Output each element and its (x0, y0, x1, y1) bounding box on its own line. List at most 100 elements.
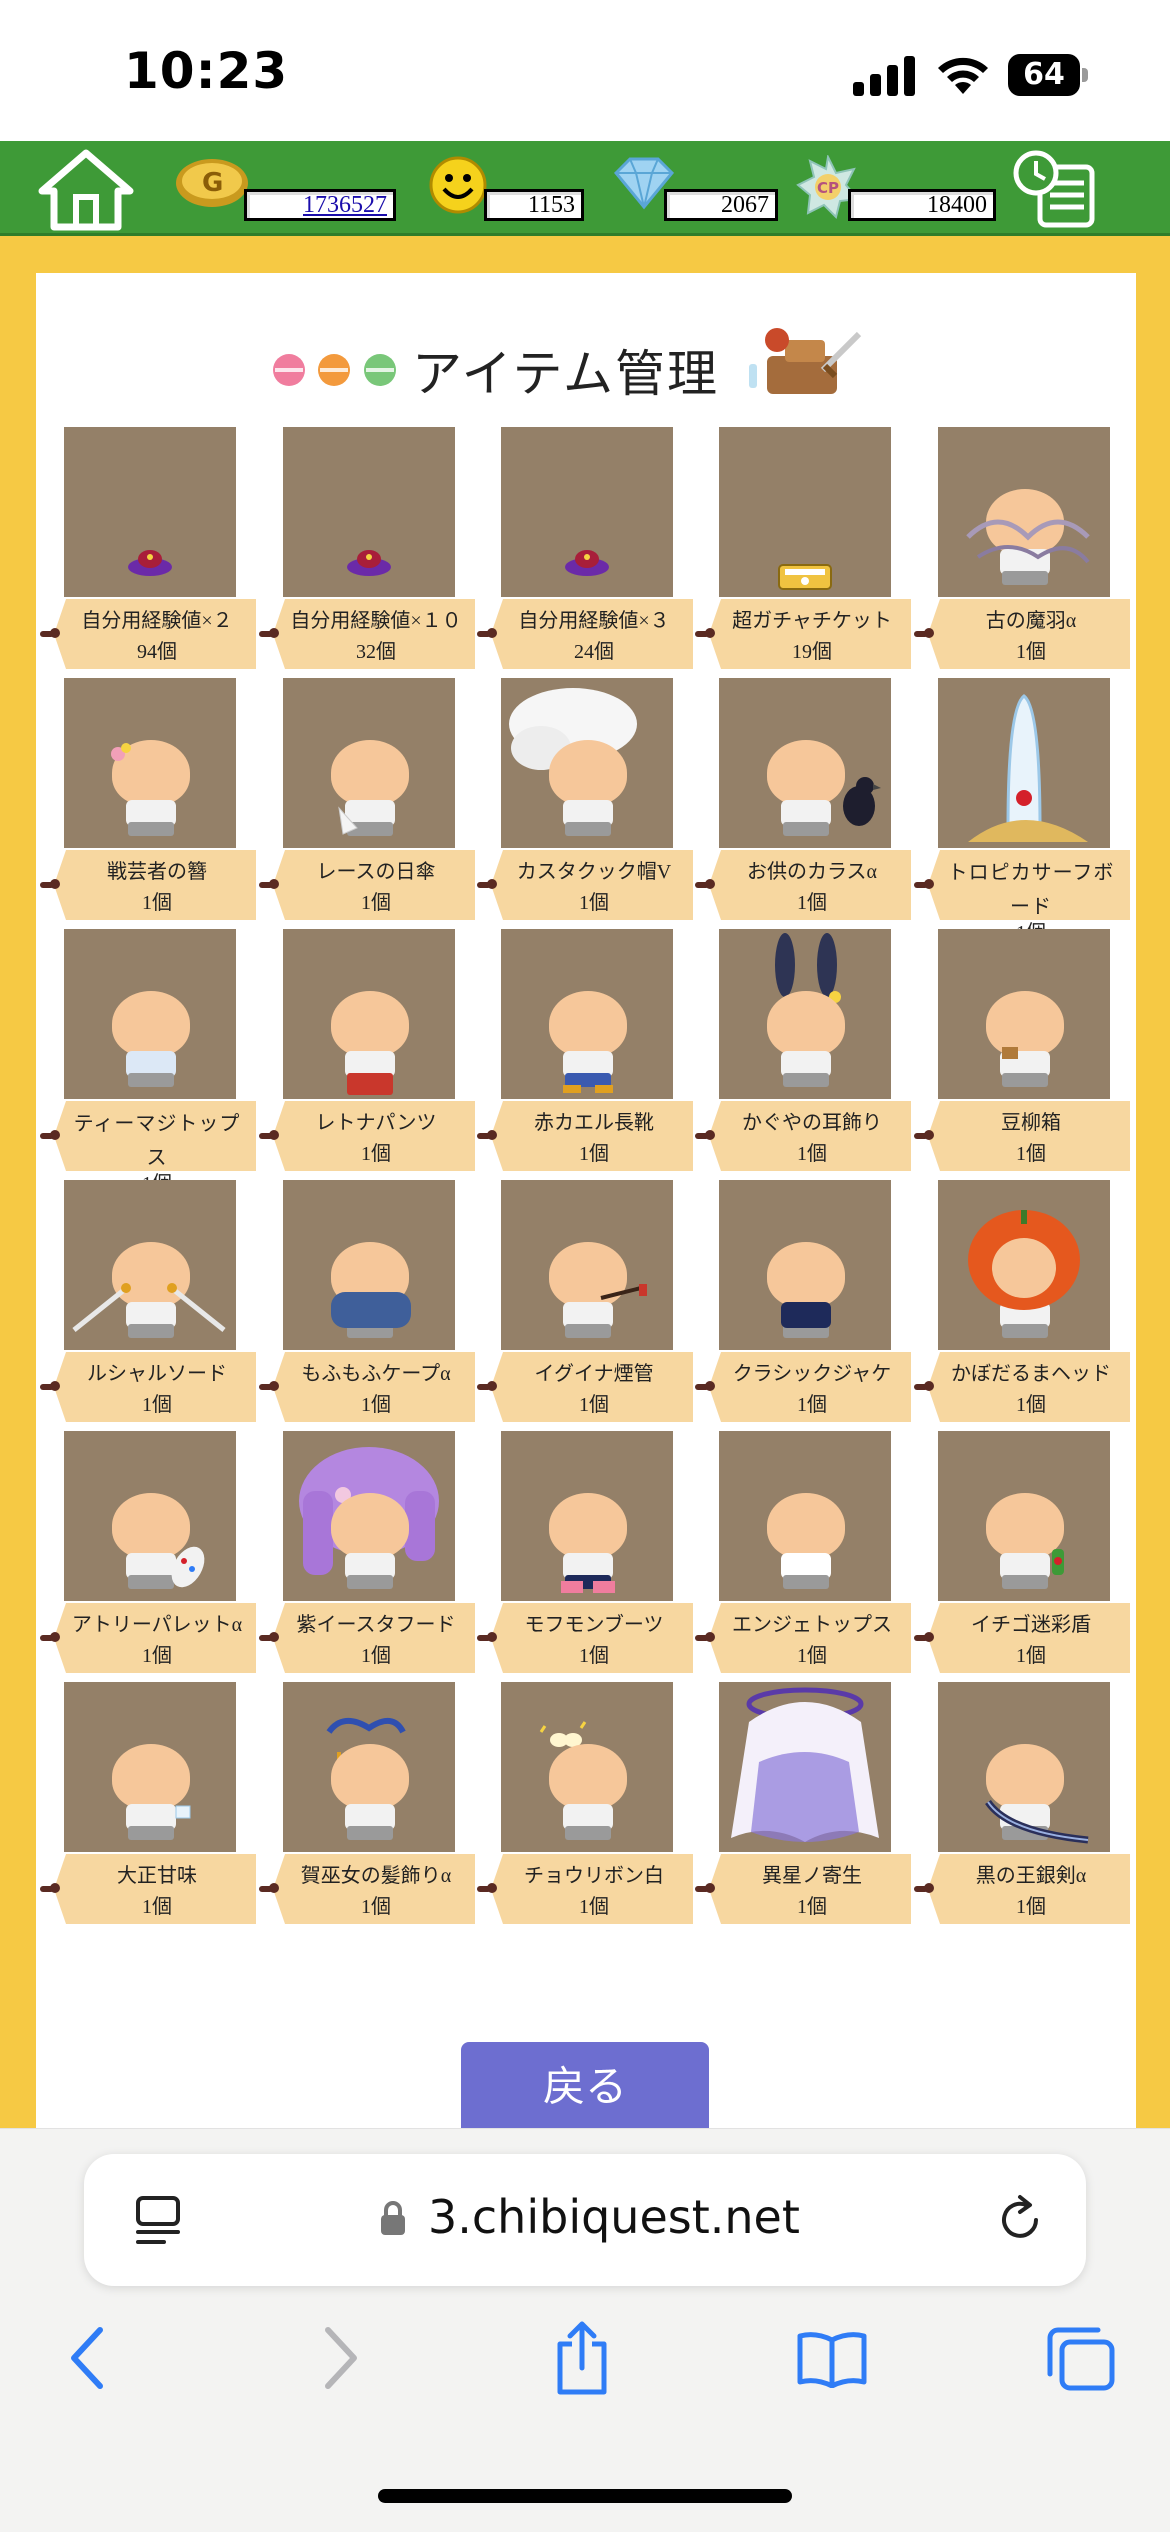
item-thumbnail (283, 1682, 455, 1852)
item-count: 1個 (797, 1896, 827, 1918)
item-name: 賀巫女の髪飾りα (300, 1865, 452, 1887)
item-card[interactable]: レースの日傘 1個 (255, 678, 475, 923)
share-icon[interactable] (552, 2318, 612, 2398)
item-count: 94個 (137, 641, 177, 663)
item-name: もふもふケープα (301, 1363, 451, 1385)
gold-coin-icon: G (176, 159, 248, 207)
item-card[interactable]: 紫イースタフード 1個 (255, 1431, 475, 1676)
lock-icon (381, 2201, 405, 2235)
forward-arrow-icon[interactable] (318, 2324, 362, 2392)
item-card[interactable]: イチゴ迷彩盾 1個 (910, 1431, 1130, 1676)
item-card[interactable]: 自分用経験値×３ 24個 (473, 427, 693, 672)
item-count: 1個 (797, 892, 827, 914)
cp-value: 18400 (848, 189, 996, 221)
item-name: 超ガチャチケット (732, 610, 892, 632)
item-card[interactable]: 豆柳箱 1個 (910, 929, 1130, 1174)
item-name: ルシャルソード (87, 1363, 227, 1385)
item-card[interactable]: お供のカラスα 1個 (691, 678, 911, 923)
item-name: 豆柳箱 (1001, 1112, 1061, 1134)
item-name: アトリーパレットα (71, 1614, 243, 1636)
item-card[interactable]: 大正甘味 1個 (36, 1682, 256, 1927)
adventure-bag-icon (749, 328, 862, 394)
item-card[interactable]: レトナパンツ 1個 (255, 929, 475, 1174)
item-thumbnail (64, 678, 236, 848)
item-thumbnail (283, 1180, 455, 1350)
item-card[interactable]: 古の魔羽α 1個 (910, 427, 1130, 672)
item-card[interactable]: 自分用経験値×２ 94個 (36, 427, 256, 672)
gold-stat: G 1736527 (174, 155, 396, 223)
item-card[interactable]: 異星ノ寄生 1個 (691, 1682, 911, 1927)
item-name: モフモンブーツ (524, 1614, 664, 1636)
item-thumbnail (719, 427, 891, 597)
item-card[interactable]: 赤カエル長靴 1個 (473, 929, 693, 1174)
gold-value[interactable]: 1736527 (244, 189, 396, 221)
cp-stat: CP 18400 (796, 155, 996, 223)
cellular-signal-icon (853, 56, 915, 96)
svg-text:CP: CP (817, 179, 839, 197)
item-name: 紫イースタフード (296, 1614, 456, 1636)
item-name: 自分用経験値×１０ (290, 610, 462, 632)
item-count: 1個 (579, 1143, 609, 1165)
item-thumbnail (938, 427, 1110, 597)
item-card[interactable]: 戦芸者の簪 1個 (36, 678, 256, 923)
item-count: 1個 (361, 1645, 391, 1667)
item-count: 1個 (797, 1645, 827, 1667)
item-card[interactable]: 賀巫女の髪飾りα 1個 (255, 1682, 475, 1927)
item-card[interactable]: ティーマジトップス 1個 (36, 929, 256, 1195)
item-count: 1個 (142, 1394, 172, 1416)
item-thumbnail (501, 1682, 673, 1852)
item-count: 24個 (574, 641, 614, 663)
item-card[interactable]: クラシックジャケ 1個 (691, 1180, 911, 1425)
smile-stat: 1153 (428, 155, 584, 223)
item-name: お供のカラスα (746, 861, 878, 883)
item-count: 1個 (579, 1896, 609, 1918)
item-name: かぐやの耳飾り (742, 1112, 882, 1134)
url-text[interactable]: 3.chibiquest.net (428, 2190, 800, 2244)
item-thumbnail (938, 678, 1110, 848)
item-thumbnail (283, 1431, 455, 1601)
item-card[interactable]: イグイナ煙管 1個 (473, 1180, 693, 1425)
item-thumbnail (938, 929, 1110, 1099)
item-count: 1個 (797, 1143, 827, 1165)
item-card[interactable]: かぐやの耳飾り 1個 (691, 929, 911, 1174)
tab-overview-icon[interactable] (1046, 2326, 1116, 2392)
status-time: 10:23 (124, 42, 289, 100)
item-card[interactable]: 超ガチャチケット 19個 (691, 427, 911, 672)
item-card[interactable]: アトリーパレットα 1個 (36, 1431, 256, 1676)
item-card[interactable]: かぼだるまヘッド 1個 (910, 1180, 1130, 1425)
game-header: G 1736527 1153 2067 CP 18400 (0, 141, 1170, 236)
item-name: 古の魔羽α (985, 610, 1077, 632)
item-card[interactable]: もふもふケープα 1個 (255, 1180, 475, 1425)
log-icon[interactable] (1010, 149, 1100, 229)
item-thumbnail (283, 929, 455, 1099)
diamond-value: 2067 (664, 189, 778, 221)
item-count: 1個 (797, 1394, 827, 1416)
item-card[interactable]: 黒の王銀剣α 1個 (910, 1682, 1130, 1927)
item-card[interactable]: 自分用経験値×１０ 32個 (255, 427, 475, 672)
item-thumbnail (719, 1180, 891, 1350)
item-card[interactable]: カスタクック帽V 1個 (473, 678, 693, 923)
item-thumbnail (501, 427, 673, 597)
item-card[interactable]: トロピカサーフボード 1個 (910, 678, 1130, 944)
item-card[interactable]: チョウリボン白 1個 (473, 1682, 693, 1927)
back-button[interactable]: 戻る (461, 2042, 709, 2128)
item-thumbnail (501, 1431, 673, 1601)
item-name: 自分用経験値×３ (518, 610, 670, 632)
item-thumbnail (64, 427, 236, 597)
home-icon[interactable] (36, 147, 136, 231)
item-card[interactable]: ルシャルソード 1個 (36, 1180, 256, 1425)
item-name: チョウリボン白 (524, 1865, 664, 1887)
back-arrow-icon[interactable] (66, 2324, 110, 2392)
tabs-icon[interactable] (134, 2194, 184, 2246)
item-card[interactable]: エンジェトップス 1個 (691, 1431, 911, 1676)
item-card[interactable]: モフモンブーツ 1個 (473, 1431, 693, 1676)
item-name: カスタクック帽V (516, 861, 672, 883)
item-count: 1個 (142, 892, 172, 914)
bookmarks-icon[interactable] (796, 2330, 868, 2388)
item-name: レースの日傘 (316, 861, 436, 883)
item-thumbnail (719, 1431, 891, 1601)
item-thumbnail (938, 1431, 1110, 1601)
reload-icon[interactable] (990, 2190, 1050, 2250)
item-name: エンジェトップス (732, 1614, 892, 1636)
pink-macaron-icon (273, 354, 305, 386)
